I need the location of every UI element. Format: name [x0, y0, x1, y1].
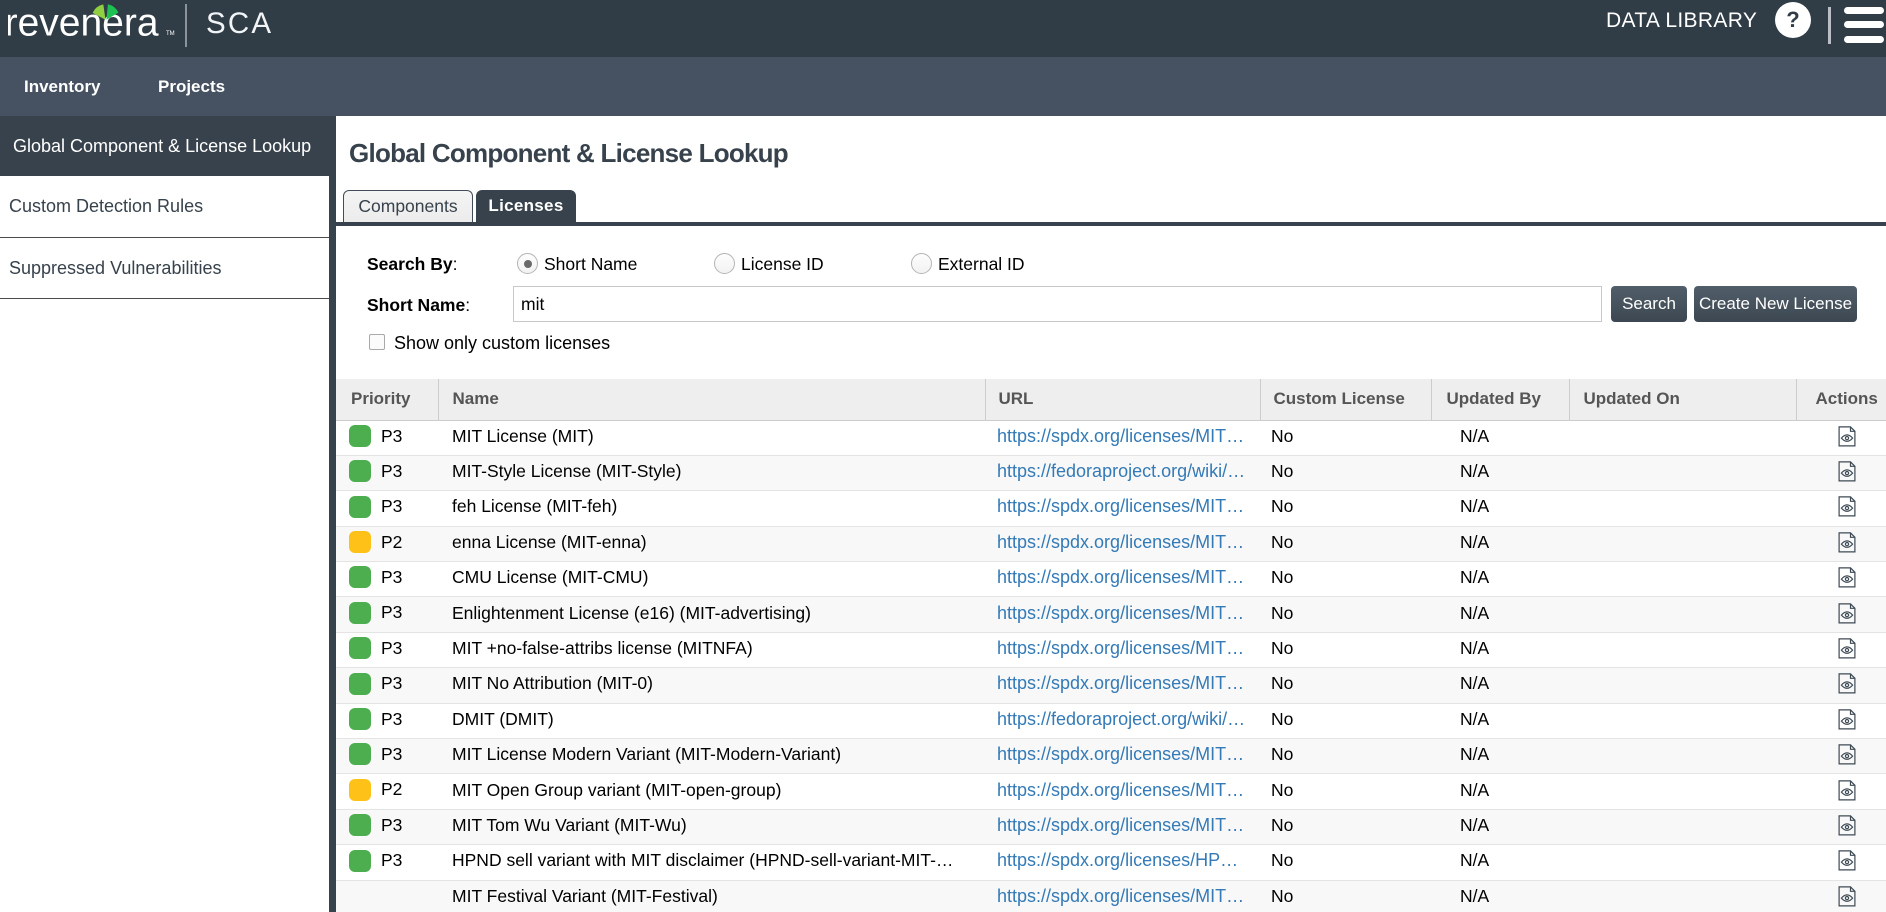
svg-text:revenera: revenera — [8, 1, 159, 44]
svg-text:TM: TM — [166, 31, 175, 37]
